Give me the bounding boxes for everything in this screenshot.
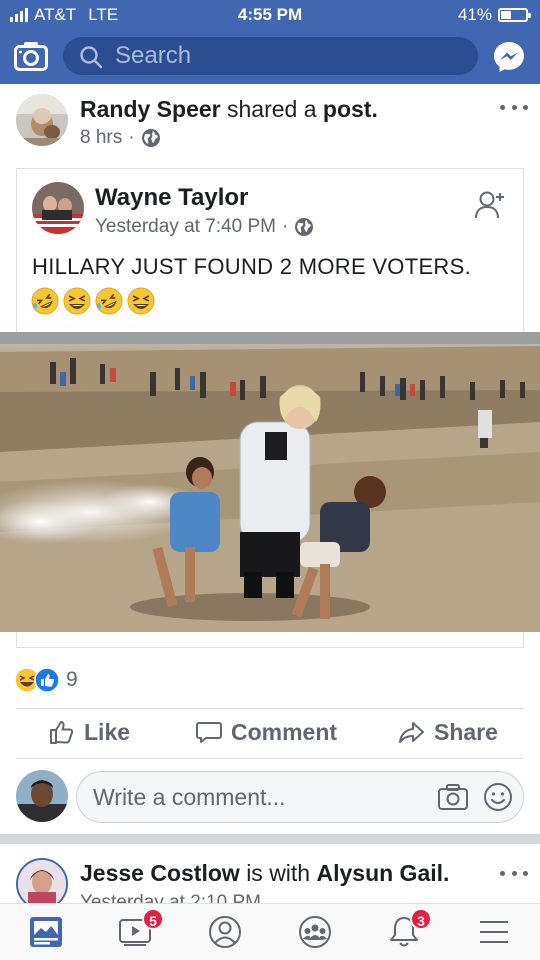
shared-time[interactable]: Yesterday at 7:40 PM xyxy=(95,216,276,238)
dot xyxy=(523,104,528,110)
messenger-icon xyxy=(494,42,524,72)
search-input[interactable] xyxy=(115,37,465,75)
messenger-button[interactable] xyxy=(492,40,526,74)
reaction-count: 9 xyxy=(66,668,78,691)
dot xyxy=(500,870,505,876)
tab-notifications[interactable]: 3 xyxy=(384,908,432,950)
search-bar[interactable] xyxy=(63,37,478,75)
status-bar: AT&T LTE 4:55 PM 41% xyxy=(0,0,540,30)
post-photo[interactable] xyxy=(0,332,540,632)
post-actions: Like Comment Share xyxy=(0,718,540,754)
watch-badge: 5 xyxy=(142,908,164,930)
add-friend-icon xyxy=(475,191,504,219)
shared-author-name[interactable]: Wayne Taylor xyxy=(95,184,248,211)
next-post-tagged[interactable]: Alysun Gail. xyxy=(316,860,449,886)
post-action-text: shared a xyxy=(227,96,317,122)
post-author[interactable]: Randy Speer xyxy=(80,96,221,122)
battery-level xyxy=(501,11,511,19)
like-label: Like xyxy=(84,718,131,745)
photo-scene xyxy=(0,332,540,632)
comment-button[interactable]: Comment xyxy=(195,718,337,746)
status-right: 41% xyxy=(457,5,531,25)
profile-icon xyxy=(209,916,241,948)
battery-icon xyxy=(498,8,531,22)
post-header: Randy Speer shared a post. xyxy=(80,96,378,123)
next-post-header: Jesse Costlow is with Alysun Gail. xyxy=(80,860,449,887)
tab-watch[interactable]: 5 xyxy=(116,908,164,950)
share-button[interactable]: Share xyxy=(398,718,498,746)
thumbs-up-icon xyxy=(50,721,74,744)
randy-avatar[interactable] xyxy=(16,94,68,146)
comment-box[interactable] xyxy=(76,771,524,823)
wayne-avatar[interactable] xyxy=(32,182,84,234)
reactions-summary[interactable]: 9 xyxy=(14,667,78,693)
share-icon xyxy=(399,722,424,743)
top-bar: AT&T LTE 4:55 PM 41% xyxy=(0,0,540,84)
divider xyxy=(16,758,524,759)
shared-post-text: HILLARY JUST FOUND 2 MORE VOTERS. xyxy=(32,254,471,279)
dot xyxy=(500,104,505,110)
dot xyxy=(511,870,517,876)
battery-percent: 41% xyxy=(457,5,492,24)
next-post-more-button[interactable] xyxy=(500,867,528,879)
feed-separator xyxy=(0,834,540,844)
meta-separator: · xyxy=(128,127,135,148)
follow-button[interactable] xyxy=(474,190,506,220)
tab-profile[interactable] xyxy=(205,914,245,950)
share-label: Share xyxy=(434,718,498,745)
dot xyxy=(523,870,528,876)
shared-author[interactable]: Wayne Taylor xyxy=(95,184,248,212)
globe-icon xyxy=(141,129,160,147)
post-more-button[interactable] xyxy=(500,101,528,113)
like-reaction-icon xyxy=(34,667,60,693)
smiley-icon[interactable] xyxy=(483,782,513,812)
tab-menu[interactable] xyxy=(474,914,514,950)
globe-icon xyxy=(295,218,314,236)
like-button[interactable]: Like xyxy=(48,718,130,746)
comment-label: Comment xyxy=(231,718,338,745)
groups-icon xyxy=(299,916,331,948)
bottom-tab-bar: 5 3 xyxy=(0,903,540,960)
next-post-author[interactable]: Jesse Costlow xyxy=(80,860,240,886)
comment-input[interactable] xyxy=(93,772,423,822)
news-feed-icon xyxy=(30,917,62,947)
search-icon xyxy=(80,46,103,69)
camera-button[interactable] xyxy=(14,40,48,72)
laughing-emoji xyxy=(63,287,91,315)
emoji-row xyxy=(30,286,156,316)
notifications-badge: 3 xyxy=(410,908,432,930)
camera-icon[interactable] xyxy=(437,782,469,812)
tab-groups[interactable] xyxy=(295,914,335,950)
comment-icon xyxy=(196,722,222,743)
post-action-object[interactable]: post. xyxy=(323,96,378,122)
post-meta: 8 hrs · xyxy=(80,127,161,149)
current-user-avatar[interactable] xyxy=(16,770,68,822)
rofl-emoji xyxy=(95,287,123,315)
tab-news-feed[interactable] xyxy=(26,914,66,950)
camera-icon xyxy=(14,42,48,71)
divider xyxy=(16,708,524,709)
next-post-with: is with xyxy=(246,860,311,886)
shared-meta: Yesterday at 7:40 PM · xyxy=(95,216,314,238)
menu-icon xyxy=(480,921,508,943)
post-time[interactable]: 8 hrs xyxy=(80,127,122,149)
dot xyxy=(511,104,517,110)
laughing-emoji xyxy=(127,287,155,315)
meta-separator: · xyxy=(281,216,289,237)
rofl-emoji xyxy=(31,287,59,315)
